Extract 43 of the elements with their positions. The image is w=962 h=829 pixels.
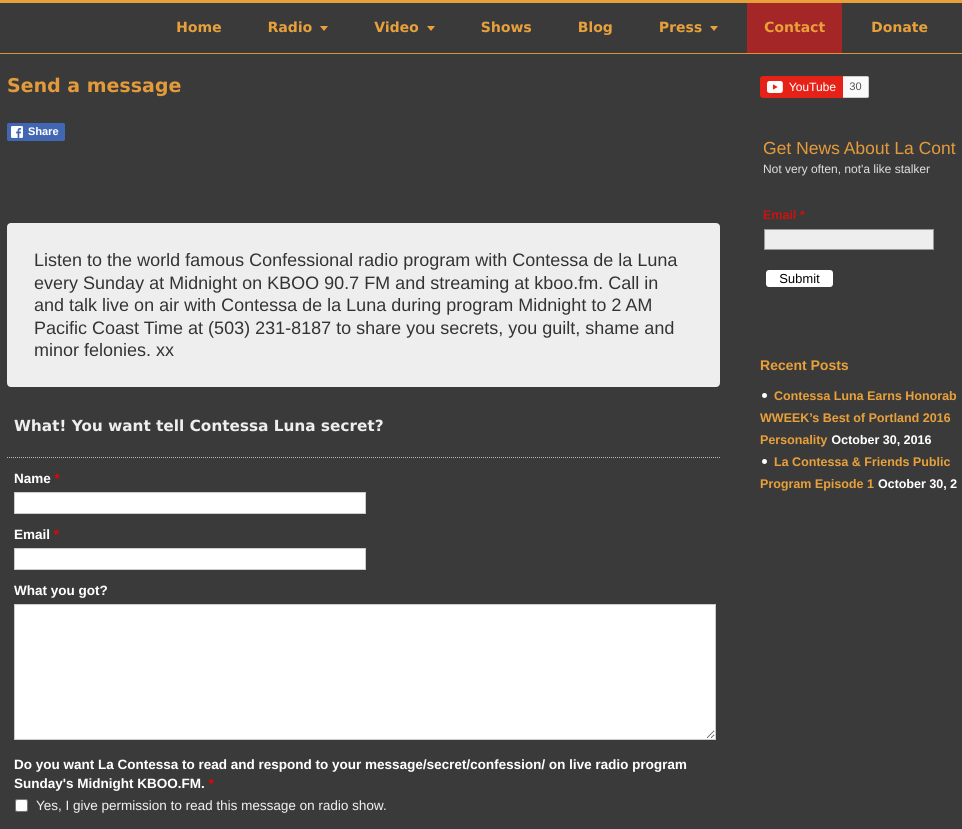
- field-label: Name: [14, 470, 51, 486]
- message-field[interactable]: [14, 604, 716, 740]
- text-field[interactable]: [14, 548, 366, 570]
- field-label: Email: [763, 208, 796, 222]
- nav-link[interactable]: Press: [642, 3, 736, 53]
- intro-panel: Listen to the world famous Confessional radio program with Contessa de la Luna every Sunday at Midnight on KBOO 90.7 FM and streaming at kboo.fm. Call in and talk live on air with Contessa de la Luna during program Midnight to 2 AM Pacific Coast Time at (503) 231-8187 to share you secrets, you guilt, shame and minor felonies. xx: [7, 223, 720, 386]
- page-title: Send a message: [7, 74, 182, 99]
- checkbox-label: Yes, I give permission to read this message on radio show.: [36, 796, 387, 815]
- post-date: October 30, 2016: [831, 433, 932, 447]
- form-title: What! You want tell Contessa Luna secret?: [14, 416, 385, 436]
- nav-link[interactable]: Radio: [250, 3, 346, 53]
- nav-link[interactable]: Donate: [854, 3, 945, 53]
- post-link[interactable]: La Contessa & Friends Public: [774, 455, 950, 469]
- section-title: Recent Posts: [760, 357, 849, 373]
- newsletter-subtitle: Not very often, not'a like stalker: [763, 162, 930, 177]
- post-link[interactable]: Program Episode 1: [760, 477, 874, 491]
- field-label: Email: [14, 526, 50, 542]
- checkbox[interactable]: [15, 799, 28, 812]
- post-link[interactable]: Personality: [760, 433, 828, 447]
- facebook-icon: [11, 126, 23, 138]
- nav-link[interactable]: Home: [159, 3, 239, 53]
- question-label: Do you want La Contessa to read and respond to your message/secret/confession/ on live radio program Sunday's Midnight KBOO.FM. *: [14, 756, 688, 792]
- bullet-icon: [762, 459, 767, 464]
- nav-link[interactable]: Contact: [747, 3, 842, 53]
- submit-button[interactable]: Submit: [766, 270, 833, 287]
- share-button[interactable]: Share: [7, 123, 65, 141]
- required-mark: *: [800, 208, 805, 222]
- nav-link[interactable]: Video: [357, 3, 452, 53]
- post-link[interactable]: Contessa Luna Earns Honorab: [774, 389, 957, 403]
- bullet-icon: [762, 393, 767, 398]
- post-date: October 30, 2: [878, 477, 958, 491]
- required-mark: *: [54, 470, 60, 486]
- subscriber-count: 30: [843, 76, 869, 98]
- youtube-button[interactable]: YouTube: [760, 76, 843, 98]
- nav-link[interactable]: Shows: [464, 3, 549, 53]
- field-label: What you got?: [14, 582, 108, 598]
- email-field[interactable]: [764, 229, 934, 250]
- post-link[interactable]: WWEEK’s Best of Portland 2016: [760, 411, 951, 425]
- newsletter-title: Get News About La Cont: [763, 137, 956, 159]
- nav-link[interactable]: Blog: [560, 3, 630, 53]
- text-field[interactable]: [14, 492, 366, 514]
- play-icon: [767, 81, 783, 93]
- required-mark: *: [54, 526, 60, 542]
